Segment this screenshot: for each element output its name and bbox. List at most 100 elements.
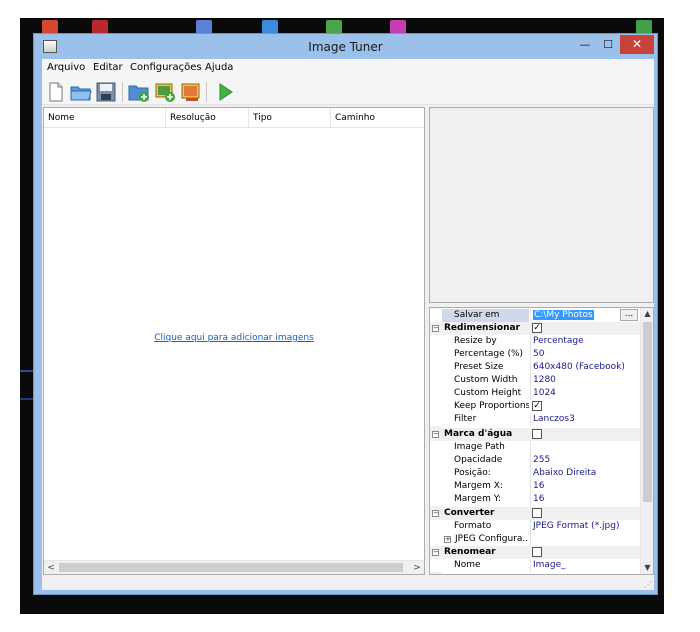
prop-filter[interactable]: Filter Lanczos3	[430, 413, 640, 426]
desktop-shortcut-icon[interactable]	[42, 20, 58, 34]
minimize-button[interactable]: —	[574, 35, 596, 54]
desktop-shortcut-icon[interactable]	[390, 20, 406, 34]
prop-label: Salvar em	[442, 309, 529, 322]
desktop-shortcut-icon[interactable]	[262, 20, 278, 34]
scroll-down-arrow[interactable]: ▼	[641, 562, 653, 574]
prop-value[interactable]: Abaixo Direita	[530, 467, 640, 480]
prop-label: Percentage (%)	[454, 349, 524, 359]
scroll-right-arrow[interactable]: >	[410, 562, 424, 574]
prop-value[interactable]: 1280	[530, 374, 640, 387]
prop-value[interactable]	[530, 533, 640, 546]
menu-arquivo[interactable]: Arquivo	[47, 62, 85, 73]
renomear-checkbox[interactable]	[532, 547, 542, 557]
desktop-shortcut-icon[interactable]	[92, 20, 108, 34]
prop-nome[interactable]: Nome Image_	[430, 559, 640, 572]
prop-value[interactable]: 640x480 (Facebook)	[530, 361, 640, 374]
marca-dagua-checkbox[interactable]	[532, 429, 542, 439]
scroll-left-arrow[interactable]: <	[44, 562, 58, 574]
column-header-tipo[interactable]: Tipo	[249, 108, 331, 128]
redimensionar-checkbox[interactable]: ✓	[532, 323, 542, 333]
window-title: Image Tuner	[308, 40, 383, 54]
prop-preset-size[interactable]: Preset Size 640x480 (Facebook)	[430, 361, 640, 374]
scroll-thumb[interactable]	[643, 322, 652, 502]
category-label: Redimensionar	[444, 323, 520, 333]
add-images-icon[interactable]	[154, 81, 176, 103]
desktop-shortcut-icon[interactable]	[326, 20, 342, 34]
collapse-toggle-icon[interactable]: −	[432, 431, 439, 438]
list-header: Nome Resolução Tipo Caminho	[44, 108, 424, 128]
prop-salvar-em[interactable]: Salvar em C:\My Photos ...	[430, 309, 640, 322]
run-play-icon[interactable]	[214, 81, 236, 103]
prop-resize-by[interactable]: Resize by Percentage	[430, 335, 640, 348]
prop-value[interactable]: JPEG Format (*.jpg)	[530, 520, 640, 533]
prop-opacidade[interactable]: Opacidade 255	[430, 454, 640, 467]
prop-value[interactable]: 1024	[530, 387, 640, 400]
prop-value[interactable]: Percentage	[530, 335, 640, 348]
add-images-link[interactable]: Clique aqui para adicionar imagens	[44, 333, 424, 343]
menu-ajuda[interactable]: Ajuda	[205, 62, 233, 73]
prop-margem-x[interactable]: Margem X: 16	[430, 480, 640, 493]
vertical-scrollbar[interactable]: ▲ ▼	[640, 308, 653, 574]
prop-custom-width[interactable]: Custom Width 1280	[430, 374, 640, 387]
prop-image-path[interactable]: Image Path	[430, 441, 640, 454]
collapse-toggle-icon[interactable]: −	[432, 549, 439, 556]
prop-label: Custom Width	[454, 375, 518, 385]
prop-custom-height[interactable]: Custom Height 1024	[430, 387, 640, 400]
prop-label: Keep Proportions	[454, 401, 529, 411]
prop-value: C:\My Photos	[530, 309, 620, 322]
menu-editar[interactable]: Editar	[93, 62, 123, 73]
menu-configuracoes[interactable]: Configurações	[130, 62, 202, 73]
save-icon[interactable]	[95, 81, 117, 103]
desktop-shortcut-icon[interactable]	[636, 20, 652, 34]
column-header-caminho[interactable]: Caminho	[331, 108, 424, 128]
prop-label: Margem X:	[454, 481, 503, 491]
property-grid[interactable]: Salvar em C:\My Photos ... − Redimension…	[429, 307, 654, 575]
prop-value[interactable]: 255	[530, 454, 640, 467]
prop-value[interactable]: Lanczos3	[530, 413, 640, 426]
prop-jpeg-configuracao[interactable]: + JPEG Configura...	[430, 533, 640, 546]
scroll-up-arrow[interactable]: ▲	[641, 308, 653, 320]
category-renomear[interactable]: − Renomear	[430, 546, 640, 559]
prop-label: Posição:	[454, 468, 491, 478]
collapse-toggle-icon[interactable]: −	[432, 510, 439, 517]
prop-label: Image Path	[454, 442, 505, 452]
image-preview	[429, 107, 654, 303]
browse-button[interactable]: ...	[620, 309, 638, 321]
prop-value[interactable]: 50	[530, 348, 640, 361]
column-header-nome[interactable]: Nome	[44, 108, 166, 128]
new-file-icon[interactable]	[45, 81, 67, 103]
horizontal-scrollbar[interactable]: < >	[44, 560, 424, 574]
prop-percentage[interactable]: Percentage (%) 50	[430, 348, 640, 361]
save-path-value[interactable]: C:\My Photos	[533, 310, 594, 320]
client-area: Arquivo Editar Configurações Ajuda Nome …	[42, 59, 654, 590]
prop-label: Nome	[454, 560, 481, 570]
prop-label: Filter	[454, 414, 477, 424]
prop-margem-y[interactable]: Margem Y: 16	[430, 493, 640, 506]
prop-value[interactable]	[530, 441, 640, 454]
resize-grip-icon[interactable]: ⋰	[644, 580, 652, 589]
open-folder-icon[interactable]	[70, 81, 92, 103]
category-converter[interactable]: − Converter	[430, 507, 640, 520]
collapse-toggle-icon[interactable]: −	[432, 325, 439, 332]
prop-value[interactable]: 16	[530, 480, 640, 493]
prop-posicao[interactable]: Posição: Abaixo Direita	[430, 467, 640, 480]
prop-formato[interactable]: Formato JPEG Format (*.jpg)	[430, 520, 640, 533]
maximize-button[interactable]: ☐	[597, 35, 619, 54]
desktop-shortcut-icon[interactable]	[196, 20, 212, 34]
close-button[interactable]: ✕	[620, 35, 654, 54]
column-header-resolucao[interactable]: Resolução	[166, 108, 249, 128]
image-list[interactable]: Nome Resolução Tipo Caminho Clique aqui …	[43, 107, 425, 575]
title-bar[interactable]: Image Tuner — ☐ ✕	[34, 34, 657, 60]
category-redimensionar[interactable]: − Redimensionar ✓	[430, 322, 640, 335]
prop-value[interactable]: 16	[530, 493, 640, 506]
category-marca-dagua[interactable]: − Marca d'água	[430, 428, 640, 441]
toolbar	[42, 77, 654, 105]
scroll-thumb[interactable]	[59, 563, 403, 572]
add-folder-icon[interactable]	[128, 81, 150, 103]
prop-label: Resize by	[454, 336, 497, 346]
prop-value[interactable]: Image_	[530, 559, 640, 572]
keep-proportions-checkbox[interactable]: ✓	[532, 401, 542, 411]
remove-images-icon[interactable]	[180, 81, 202, 103]
prop-keep-proportions[interactable]: Keep Proportions ✓	[430, 400, 640, 413]
converter-checkbox[interactable]	[532, 508, 542, 518]
